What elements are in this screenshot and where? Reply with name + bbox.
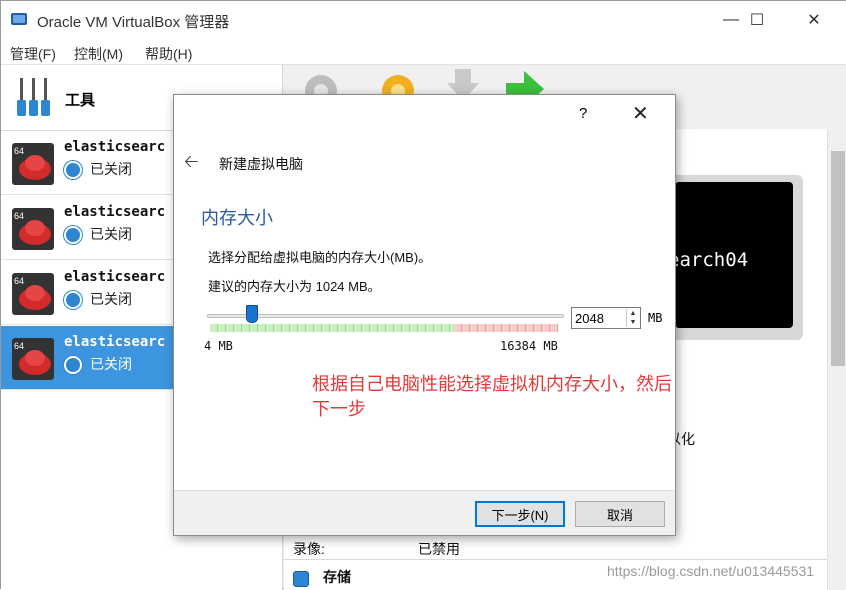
svg-text:64: 64 [14,211,24,221]
tools-icon [17,78,50,116]
power-off-icon [64,226,82,244]
vm-state: 已关闭 [90,226,132,242]
dialog-body: 🡠 新建虚拟电脑 内存大小 选择分配给虚拟电脑的内存大小(MB)。 建议的内存大… [174,135,675,490]
virtualbox-logo-icon [11,13,27,25]
section-divider [284,559,827,560]
menu-control[interactable]: 控制(M) [74,44,123,64]
power-off-icon [64,291,82,309]
memory-spinbox[interactable]: 2048 ▲ ▼ [571,307,641,329]
dialog-close-icon[interactable]: ✕ [632,101,649,126]
dialog-titlebar: ? ✕ [174,95,675,135]
menu-help[interactable]: 帮助(H) [145,44,192,64]
vm-os-icon: 64 [12,338,54,380]
memory-slider-thumb[interactable] [245,305,258,323]
memory-section-title: 内存大小 [201,208,273,228]
cancel-button[interactable]: 取消 [575,501,665,527]
maximize-icon[interactable]: ☐ [734,1,780,39]
svg-text:64: 64 [14,146,24,156]
preview-vm-name: earch04 [668,249,749,271]
dialog-footer: 下一步(N) 取消 [174,490,675,535]
storage-section-title[interactable]: 存储 [323,567,351,587]
new-vm-dialog: ? ✕ 🡠 新建虚拟电脑 内存大小 选择分配给虚拟电脑的内存大小(MB)。 建议… [173,94,676,536]
title-bar: Oracle VM VirtualBox 管理器 — ☐ ✕ [1,1,846,39]
memory-recommendation: 建议的内存大小为 1024 MB。 [208,279,381,294]
vm-state: 已关闭 [90,356,132,372]
vm-os-icon: 64 [12,143,54,185]
record-value: 已禁用 [418,541,460,557]
dialog-heading: 新建虚拟电脑 [219,156,303,172]
red-annotation: 根据自己电脑性能选择虚拟机内存大小，然后下一步 [312,374,672,419]
vm-state: 已关闭 [90,291,132,307]
details-scrollbar[interactable] [827,129,846,590]
power-off-icon [64,356,82,374]
svg-text:64: 64 [14,276,24,286]
vm-os-icon: 64 [12,208,54,250]
next-button[interactable]: 下一步(N) [475,501,565,527]
window-title: Oracle VM VirtualBox 管理器 [37,14,230,31]
vm-name: elasticsearc [64,204,166,220]
vm-name: elasticsearc [64,269,166,285]
vm-name: elasticsearc [64,334,166,350]
memory-scale-bar [210,324,558,332]
watermark: https://blog.csdn.net/u013445531 [607,563,815,579]
vm-state: 已关闭 [90,161,132,177]
storage-icon [293,571,309,587]
memory-slider-track[interactable] [207,314,564,318]
vm-os-icon: 64 [12,273,54,315]
record-label: 录像: [293,541,325,557]
svg-text:64: 64 [14,341,24,351]
power-off-icon [64,161,82,179]
min-memory-label: 4 MB [204,339,233,353]
memory-value[interactable]: 2048 [575,311,604,326]
help-icon[interactable]: ? [579,105,587,122]
menu-bar: 管理(F) 控制(M) 帮助(H) [1,39,846,65]
spin-buttons[interactable]: ▲ ▼ [626,309,639,327]
tools-label: 工具 [65,92,96,109]
virtualbox-window: Oracle VM VirtualBox 管理器 — ☐ ✕ 管理(F) 控制(… [0,0,846,590]
scale-unsafe-range [453,324,558,332]
spin-up-icon[interactable]: ▲ [627,309,639,318]
memory-description: 选择分配给虚拟电脑的内存大小(MB)。 [208,250,432,265]
vm-name: elasticsearc [64,139,166,155]
memory-unit-label: MB [648,311,663,325]
back-arrow-icon[interactable]: 🡠 [184,149,199,179]
menu-manage[interactable]: 管理(F) [10,44,56,64]
scale-safe-range [210,324,454,332]
max-memory-label: 16384 MB [500,339,558,353]
scrollbar-thumb[interactable] [831,151,845,366]
close-icon[interactable]: ✕ [791,1,837,39]
spin-down-icon[interactable]: ▼ [627,318,639,327]
